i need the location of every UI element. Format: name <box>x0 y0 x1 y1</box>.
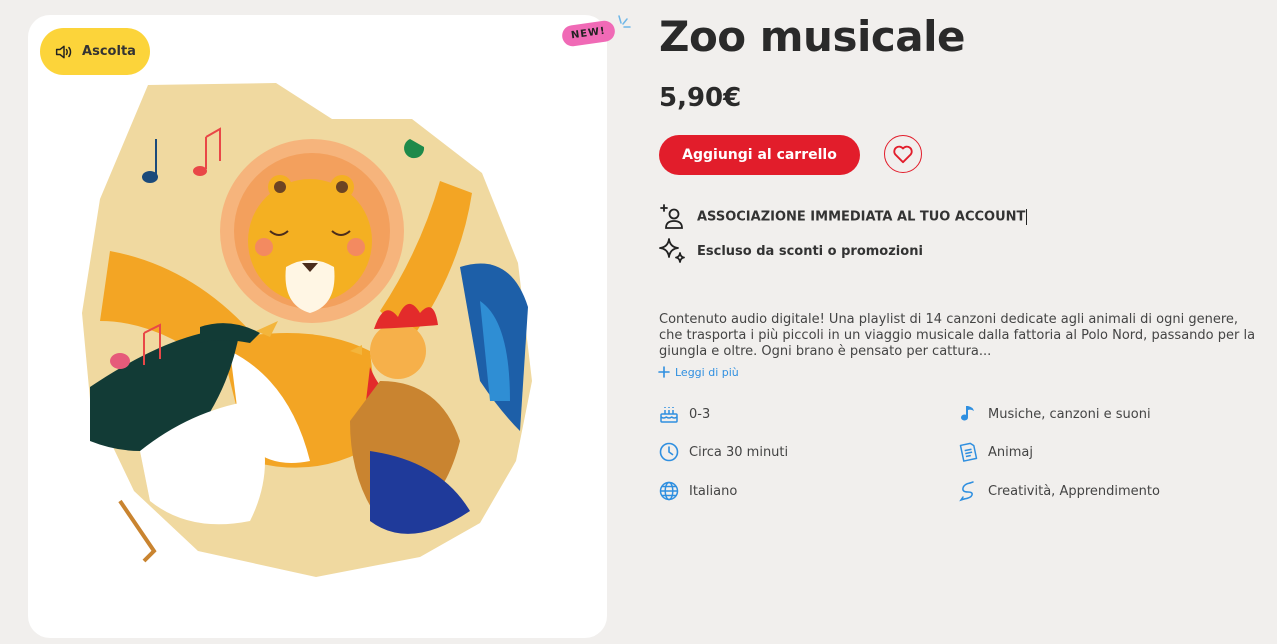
product-title: Zoo musicale <box>659 12 965 61</box>
detail-publisher: Animaj <box>957 441 1033 463</box>
read-more-label: Leggi di più <box>675 365 739 379</box>
detail-duration: Circa 30 minuti <box>658 441 788 463</box>
sparkles-icon <box>659 238 685 263</box>
text-caret <box>1026 209 1028 225</box>
detail-language-label: Italiano <box>689 483 738 499</box>
sparkle-lines-icon <box>618 15 631 28</box>
product-price: 5,90€ <box>659 83 742 113</box>
speaker-icon <box>55 45 72 58</box>
listen-label: Ascolta <box>82 44 136 59</box>
detail-category-label: Musiche, canzoni e suoni <box>988 406 1151 422</box>
detail-age: 0-3 <box>658 403 710 425</box>
feature-no-discount-label: Escluso da sconti o promozioni <box>697 243 923 259</box>
zoo-illustration <box>82 83 532 577</box>
book-icon <box>959 442 978 462</box>
plus-icon <box>658 366 670 378</box>
detail-publisher-label: Animaj <box>988 444 1033 460</box>
creativity-icon <box>959 481 974 502</box>
detail-topics-label: Creatività, Apprendimento <box>988 483 1160 499</box>
feature-account: ASSOCIAZIONE IMMEDIATA AL TUO ACCOUNT <box>657 202 1028 232</box>
detail-age-label: 0-3 <box>689 406 711 422</box>
add-to-cart-button[interactable]: Aggiungi al carrello <box>659 135 860 175</box>
new-badge: NEW! <box>560 19 617 48</box>
wishlist-button[interactable] <box>884 135 922 173</box>
read-more-link[interactable]: Leggi di più <box>657 365 739 379</box>
globe-icon <box>659 481 679 501</box>
listen-button[interactable]: Ascolta <box>40 28 150 75</box>
detail-language: Italiano <box>658 480 737 502</box>
music-note-icon <box>961 406 974 421</box>
feature-no-discount: Escluso da sconti o promozioni <box>657 236 923 266</box>
feature-account-label: ASSOCIAZIONE IMMEDIATA AL TUO ACCOUNT <box>697 209 1026 225</box>
product-description: Contenuto audio digitale! Una playlist d… <box>659 312 1256 359</box>
detail-topics: Creatività, Apprendimento <box>957 480 1160 502</box>
clock-icon <box>659 442 679 462</box>
detail-duration-label: Circa 30 minuti <box>689 444 789 460</box>
user-plus-icon <box>660 204 683 229</box>
product-image-card: Ascolta NEW! <box>28 15 631 638</box>
heart-icon <box>893 145 913 164</box>
detail-category: Musiche, canzoni e suoni <box>957 403 1151 425</box>
cake-icon <box>660 407 678 423</box>
